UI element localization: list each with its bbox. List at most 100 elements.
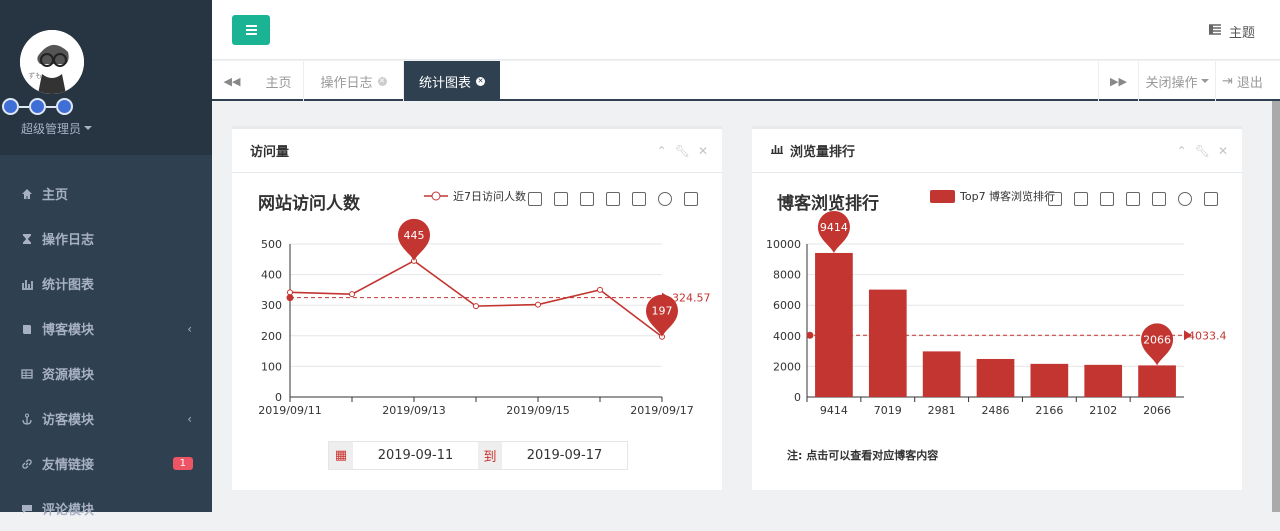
line-type-icon[interactable]	[606, 192, 620, 206]
start-date-input[interactable]: 2019-09-11	[353, 442, 478, 469]
restore-icon[interactable]	[1178, 192, 1192, 206]
min-markpoint-label: 2066	[1143, 333, 1171, 346]
logout-button[interactable]: ⇥ 退出	[1222, 61, 1263, 101]
sidebar-item-visitor[interactable]: 访客模块 ‹	[0, 396, 212, 441]
sidebar-item-label: 评论模块	[42, 503, 95, 518]
bar	[1138, 365, 1176, 397]
wrench-icon[interactable]: 🔧︎	[675, 144, 690, 158]
y-tick-label: 2000	[773, 360, 801, 373]
tab-operation-log[interactable]: 操作日志 ✕	[304, 61, 404, 101]
tab-close-icon[interactable]: ✕	[377, 76, 387, 86]
download-icon[interactable]	[684, 192, 698, 206]
logout-icon: ⇥	[1222, 73, 1233, 89]
scrollbar[interactable]	[1272, 101, 1280, 512]
menu-toggle-button[interactable]	[232, 15, 270, 45]
svg-text:ずも: ずも	[28, 71, 42, 80]
ranking-bar-chart: 0 2000 4000 6000 8000 10000 9414 7019 2981 2486 21…	[766, 189, 1227, 417]
sidebar-item-label: 统计图表	[42, 278, 95, 293]
series-line	[289, 259, 663, 338]
hourglass-icon	[20, 232, 34, 246]
y-tick-label: 6000	[773, 299, 801, 312]
notification-badge: 1	[172, 457, 193, 470]
bar	[868, 289, 907, 397]
tab-charts[interactable]: 统计图表 ✕	[404, 61, 500, 101]
x-tick-label: 9414	[820, 404, 848, 417]
x-tick-label: 2019/09/15	[506, 404, 569, 417]
close-operations-dropdown[interactable]: 关闭操作	[1138, 61, 1216, 101]
sidebar-item-home[interactable]: 主页	[0, 171, 212, 216]
data-view-icon[interactable]	[580, 192, 594, 206]
collapse-icon[interactable]: ⌃	[657, 144, 667, 158]
bar-type-icon[interactable]	[632, 192, 646, 206]
anchor-icon	[20, 412, 34, 426]
sidebar-item-links[interactable]: 友情链接 1	[0, 441, 212, 486]
max-markpoint-label: 9414	[820, 221, 848, 234]
calendar-icon: ▦	[329, 442, 353, 469]
bar	[1030, 363, 1069, 397]
tab-label: 主页	[265, 75, 292, 91]
tab-scroll-right-button[interactable]: ▶▶	[1098, 61, 1138, 101]
y-tick-label: 0	[275, 391, 282, 404]
data-view-icon[interactable]	[1100, 192, 1114, 206]
bar-type-icon[interactable]	[1152, 192, 1166, 206]
y-tick-label: 400	[261, 269, 282, 282]
sidebar-item-label: 操作日志	[42, 233, 95, 248]
download-icon[interactable]	[1204, 192, 1218, 206]
sidebar-item-label: 友情链接	[42, 458, 95, 473]
collapse-icon[interactable]: ⌃	[1177, 144, 1187, 158]
comment-icon	[20, 502, 34, 516]
zoom-icon[interactable]	[528, 192, 542, 206]
role-dropdown[interactable]: 超级管理员	[21, 120, 92, 137]
min-markpoint-label: 197	[652, 305, 673, 318]
average-start	[286, 294, 294, 302]
tab-close-icon[interactable]: ✕	[476, 76, 485, 86]
y-tick-label: 500	[261, 238, 282, 251]
x-tick-label: 2019/09/17	[630, 404, 693, 417]
date-range-picker: ▦ 2019-09-11 到 2019-09-17	[328, 441, 628, 470]
tab-bar: ◀◀ 主页 操作日志 ✕ 统计图表 ✕ ▶▶ 关闭操作 ⇥ 退出	[212, 61, 1280, 101]
sidebar-item-comments[interactable]: 评论模块	[0, 486, 212, 531]
x-tick-label: 2981	[928, 404, 956, 417]
panel-title: 访问量	[250, 145, 290, 160]
avatar[interactable]: ずも	[20, 30, 84, 94]
bar-chart-icon	[20, 277, 34, 291]
bar-chart-icon	[770, 143, 784, 158]
visits-line-chart: 0 100 200 300 400 500 2019/09/11 2019/09/13 2019…	[258, 190, 710, 417]
tab-home[interactable]: 主页	[254, 61, 304, 101]
tab-label: 统计图表	[418, 75, 471, 91]
sidebar-item-label: 资源模块	[42, 368, 95, 383]
end-date-input[interactable]: 2019-09-17	[502, 442, 627, 469]
tab-label: 操作日志	[320, 75, 373, 91]
bar	[922, 351, 961, 397]
wrench-icon[interactable]: 🔧︎	[1195, 144, 1210, 158]
sidebar-item-label: 访客模块	[42, 413, 95, 428]
tab-scroll-left-button[interactable]: ◀◀	[212, 61, 252, 101]
restore-icon[interactable]	[658, 192, 672, 206]
chart-toolbox	[1048, 192, 1218, 206]
chevron-left-icon: ‹	[187, 411, 192, 426]
x-tick-label: 7019	[874, 404, 902, 417]
line-type-icon[interactable]	[1126, 192, 1140, 206]
zoom-icon[interactable]	[1048, 192, 1062, 206]
sidebar-item-resource[interactable]: 资源模块	[0, 351, 212, 396]
sidebar-item-charts[interactable]: 统计图表	[0, 261, 212, 306]
bar	[976, 358, 1015, 397]
legend-label: Top7 博客浏览排行	[959, 189, 1055, 203]
close-icon[interactable]: ✕	[1218, 144, 1228, 158]
panel-title: 浏览量排行	[790, 145, 856, 160]
sidebar-item-label: 博客模块	[42, 323, 95, 338]
average-label: 4033.4	[1188, 329, 1227, 342]
x-tick-label: 2019/09/11	[258, 404, 321, 417]
x-tick-label: 2166	[1035, 404, 1063, 417]
sidebar-item-blog[interactable]: 博客模块 ‹	[0, 306, 212, 351]
panel-header: 访问量	[232, 129, 722, 173]
zoom-reset-icon[interactable]	[1074, 192, 1088, 206]
data-point	[349, 291, 355, 298]
y-tick-label: 4000	[773, 330, 801, 343]
panel-tools: ⌃ 🔧︎ ✕	[657, 144, 708, 158]
max-markpoint-label: 445	[404, 229, 425, 242]
theme-button[interactable]: 主题	[1208, 22, 1255, 41]
sidebar-item-operation-log[interactable]: 操作日志	[0, 216, 212, 261]
close-icon[interactable]: ✕	[698, 144, 708, 158]
zoom-reset-icon[interactable]	[554, 192, 568, 206]
